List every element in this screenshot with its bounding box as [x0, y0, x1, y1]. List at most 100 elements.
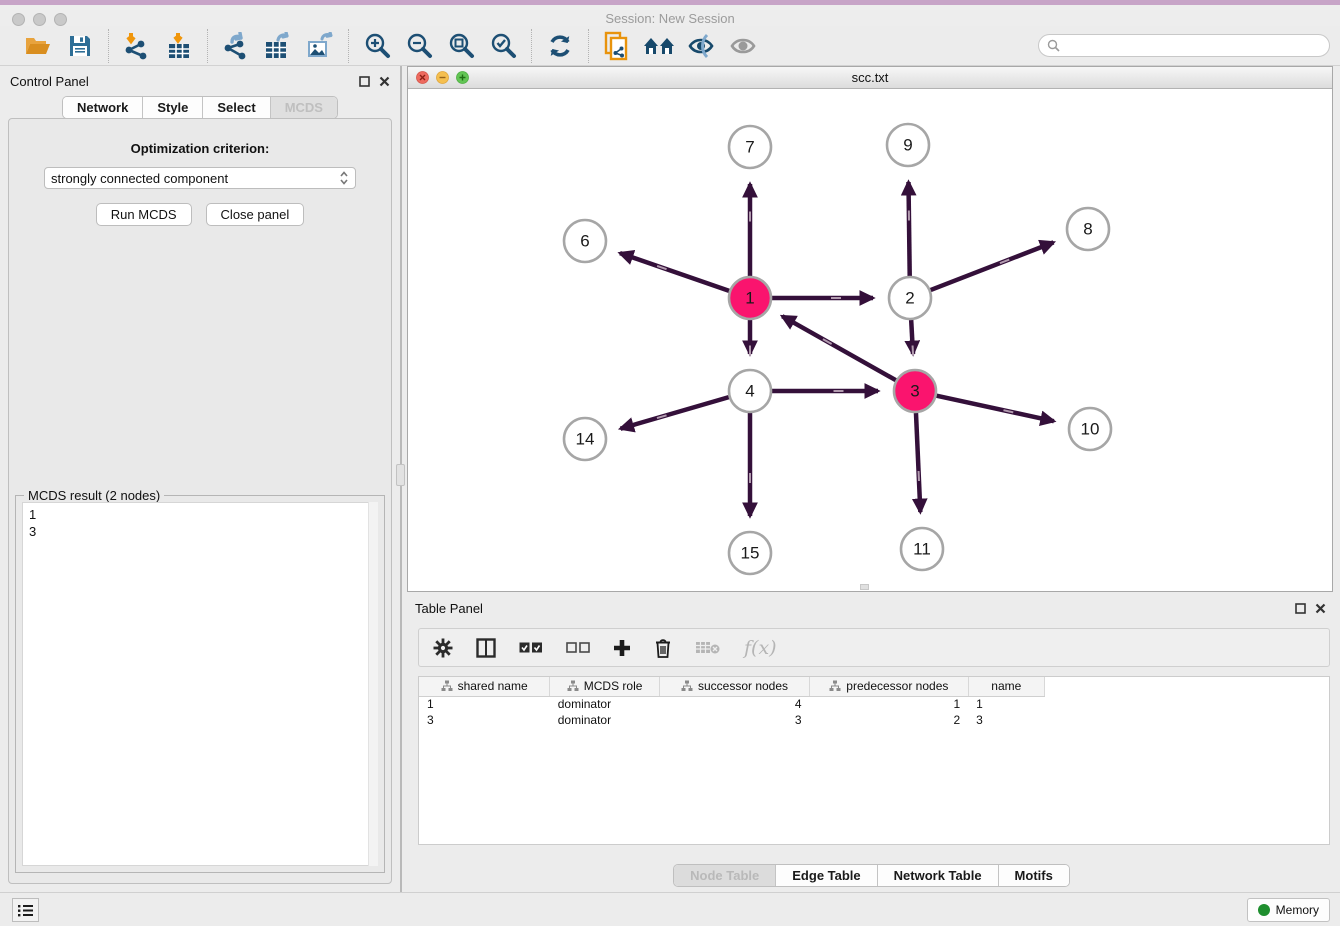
- memory-status-icon: [1258, 904, 1270, 916]
- close-panel-icon[interactable]: [379, 76, 390, 87]
- close-table-panel-icon[interactable]: [1315, 603, 1326, 614]
- memory-button[interactable]: Memory: [1247, 898, 1330, 922]
- float-panel-icon[interactable]: [359, 76, 370, 87]
- import-table-icon[interactable]: [163, 30, 195, 62]
- zoom-in-icon[interactable]: [361, 30, 393, 62]
- svg-text:3: 3: [910, 382, 919, 401]
- table-panel: Table Panel: [403, 592, 1340, 892]
- graph-node-10[interactable]: 10: [1069, 408, 1111, 450]
- graph-node-1[interactable]: 1: [729, 277, 771, 319]
- optimization-criterion-select[interactable]: strongly connected component: [44, 167, 356, 189]
- save-session-icon[interactable]: [64, 30, 96, 62]
- control-panel-tabs: NetworkStyleSelectMCDS: [0, 96, 400, 119]
- mcds-result-box: MCDS result (2 nodes) 1 3: [15, 495, 385, 873]
- table-panel-title: Table Panel: [415, 601, 483, 616]
- edge-3-10[interactable]: [936, 396, 1053, 421]
- control-panel: Control Panel NetworkStyleSelectMCDS Opt…: [0, 66, 400, 892]
- hide-graphics-details-icon[interactable]: [685, 30, 717, 62]
- edge-label-mark: [749, 473, 751, 483]
- tab-node-table[interactable]: Node Table: [674, 865, 776, 886]
- memory-label: Memory: [1276, 903, 1319, 917]
- graph-node-11[interactable]: 11: [901, 528, 943, 570]
- column-header-predecessor-nodes[interactable]: predecessor nodes: [810, 677, 969, 696]
- import-network-icon[interactable]: [121, 30, 153, 62]
- tab-select[interactable]: Select: [203, 97, 270, 118]
- column-header-successor-nodes[interactable]: successor nodes: [660, 677, 810, 696]
- zoom-selected-icon[interactable]: [487, 30, 519, 62]
- column-header-shared-name[interactable]: shared name: [419, 677, 550, 696]
- select-chevrons-icon: [339, 171, 349, 185]
- edge-2-8[interactable]: [931, 242, 1054, 290]
- svg-text:6: 6: [580, 232, 589, 251]
- delete-row-icon[interactable]: [654, 638, 672, 658]
- tab-motifs[interactable]: Motifs: [999, 865, 1069, 886]
- svg-text:8: 8: [1083, 220, 1092, 239]
- select-all-icon[interactable]: [519, 641, 543, 654]
- tab-network[interactable]: Network: [63, 97, 143, 118]
- tab-mcds[interactable]: MCDS: [271, 97, 337, 118]
- graph-node-6[interactable]: 6: [564, 220, 606, 262]
- search-icon: [1047, 39, 1060, 52]
- task-history-button[interactable]: [12, 898, 39, 922]
- zoom-out-icon[interactable]: [403, 30, 435, 62]
- zoom-fit-icon[interactable]: [445, 30, 477, 62]
- svg-text:15: 15: [741, 544, 760, 563]
- edge-2-9[interactable]: [908, 182, 909, 276]
- tab-style[interactable]: Style: [143, 97, 203, 118]
- graph-node-8[interactable]: 8: [1067, 208, 1109, 250]
- close-panel-button[interactable]: Close panel: [206, 203, 305, 226]
- edge-3-11[interactable]: [916, 413, 920, 512]
- show-graphics-details-icon[interactable]: [727, 30, 759, 62]
- export-image-icon[interactable]: [304, 30, 336, 62]
- edge-4-14[interactable]: [621, 397, 729, 429]
- graph-node-4[interactable]: 4: [729, 370, 771, 412]
- run-mcds-button[interactable]: Run MCDS: [96, 203, 192, 226]
- tab-network-table[interactable]: Network Table: [878, 865, 999, 886]
- table-tabs: Node TableEdge TableNetwork TableMotifs: [403, 864, 1340, 887]
- edge-label-mark: [749, 212, 751, 222]
- application-window: Session: New Session: [0, 0, 1340, 926]
- float-table-panel-icon[interactable]: [1295, 603, 1306, 614]
- search-container: [1038, 34, 1330, 57]
- panel-split-grip[interactable]: [396, 464, 405, 486]
- open-session-icon[interactable]: [22, 30, 54, 62]
- column-header-MCDS-role[interactable]: MCDS role: [550, 677, 660, 696]
- column-layout-icon[interactable]: [476, 638, 496, 658]
- network-canvas[interactable]: 7 9 6 8 1 2 4 3 14 10 15 11: [408, 89, 1332, 591]
- main-toolbar: [0, 26, 1340, 66]
- graph-node-2[interactable]: 2: [889, 277, 931, 319]
- network-scroll-grip[interactable]: [860, 584, 869, 590]
- edge-3-1[interactable]: [782, 316, 896, 380]
- window-title: Session: New Session: [0, 11, 1340, 26]
- clone-network-icon[interactable]: [601, 30, 633, 62]
- home-layout-icon[interactable]: [643, 30, 675, 62]
- result-scrollbar[interactable]: [368, 502, 378, 866]
- refresh-network-view-icon[interactable]: [544, 30, 576, 62]
- search-input[interactable]: [1065, 39, 1321, 53]
- table-row[interactable]: 3dominator323: [419, 712, 1329, 728]
- main-area: Control Panel NetworkStyleSelectMCDS Opt…: [0, 66, 1340, 892]
- edge-label-mark: [834, 390, 844, 392]
- export-network-icon[interactable]: [220, 30, 252, 62]
- clear-selection-icon[interactable]: [566, 641, 590, 654]
- table-settings-gear-icon[interactable]: [433, 638, 453, 658]
- column-header-name[interactable]: name: [968, 677, 1044, 696]
- mcds-result-text[interactable]: 1 3: [22, 502, 378, 866]
- node-table[interactable]: shared nameMCDS rolesuccessor nodesprede…: [418, 676, 1330, 845]
- graph-node-3[interactable]: 3: [894, 370, 936, 412]
- graph-node-7[interactable]: 7: [729, 126, 771, 168]
- add-row-icon[interactable]: [613, 639, 631, 657]
- control-panel-title: Control Panel: [10, 74, 89, 89]
- svg-text:7: 7: [745, 138, 754, 157]
- delete-table-icon: [695, 640, 721, 655]
- graph-node-15[interactable]: 15: [729, 532, 771, 574]
- export-table-icon[interactable]: [262, 30, 294, 62]
- search-field[interactable]: [1038, 34, 1330, 57]
- graph-node-14[interactable]: 14: [564, 418, 606, 460]
- edge-1-6[interactable]: [620, 253, 729, 291]
- graph-node-9[interactable]: 9: [887, 124, 929, 166]
- svg-text:11: 11: [913, 540, 931, 559]
- table-row[interactable]: 1dominator411: [419, 696, 1329, 712]
- tab-edge-table[interactable]: Edge Table: [776, 865, 877, 886]
- network-window-titlebar[interactable]: scc.txt: [408, 67, 1332, 89]
